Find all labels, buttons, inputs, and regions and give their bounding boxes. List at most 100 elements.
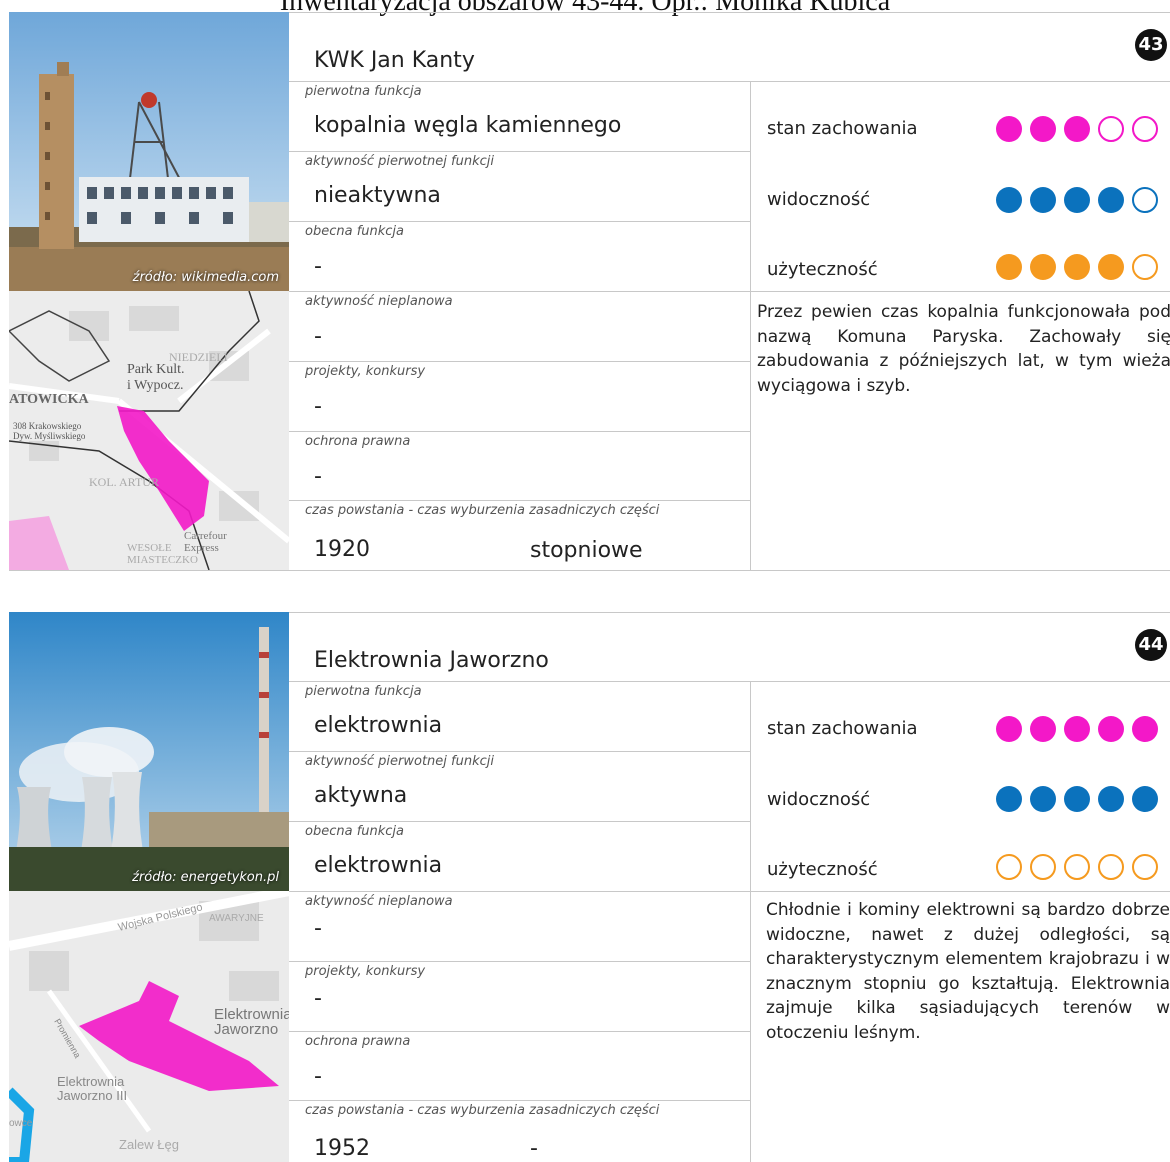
field-label: projekty, konkursy [305, 964, 426, 979]
rating-dot-filled [1098, 786, 1124, 812]
rating-dot-filled [1132, 716, 1158, 742]
rating-label: użyteczność [767, 859, 878, 880]
rating-dot-filled [1064, 716, 1090, 742]
rating-dot-filled [1064, 786, 1090, 812]
inventory-card-44: źródło: energetykon.pl Wojska Polskiego … [9, 612, 1170, 1162]
rating-dot-filled [996, 116, 1022, 142]
rating-label: stan zachowania [767, 718, 918, 739]
rating-dot-filled [1064, 116, 1090, 142]
field-label: pierwotna funkcja [305, 84, 422, 99]
field-label: ochrona prawna [305, 1034, 411, 1049]
field-label: pierwotna funkcja [305, 684, 422, 699]
location-map: Wojska Polskiego AWARYJNE Elektrownia Ja… [9, 891, 289, 1162]
site-description: Chłodnie i kominy elektrowni są bardzo d… [766, 900, 1170, 1043]
rating-dot-empty [1132, 854, 1158, 880]
rating-dot-empty [1098, 116, 1124, 142]
rating-dot-filled [996, 187, 1022, 213]
site-title: KWK Jan Kanty [314, 48, 475, 73]
inventory-card-43: źródło: wikimedia.com Park Kult. i Wypoc… [9, 12, 1170, 571]
rating-dot-empty [1132, 116, 1158, 142]
rating-dot-filled [1064, 187, 1090, 213]
rating-dots [996, 187, 1158, 213]
field-label: ochrona prawna [305, 434, 411, 449]
rating-label: widoczność [767, 789, 871, 810]
year-built-value: 1920 [314, 537, 370, 562]
legal-protection-value: - [314, 464, 322, 489]
map-label: Carrefour [184, 530, 227, 542]
rating-dot-filled [1030, 786, 1056, 812]
function-activity-value: aktywna [314, 783, 408, 808]
map-label: Zalew Łęg [119, 1137, 179, 1152]
rating-dots [996, 716, 1158, 742]
page-title: Inwentaryzacja obszarów 43-44. Opr.: Mon… [279, 0, 891, 17]
field-label: aktywność pierwotnej funkcji [305, 754, 494, 769]
map-label: KOL. ARTUR [89, 475, 159, 489]
field-label: obecna funkcja [305, 224, 404, 239]
rating-dot-empty [1030, 854, 1056, 880]
field-label: aktywność nieplanowa [305, 894, 453, 909]
unplanned-activity-value: - [314, 916, 322, 941]
rating-label: widoczność [767, 189, 871, 210]
rating-dots [996, 854, 1158, 880]
rating-dot-filled [996, 716, 1022, 742]
rating-dot-filled [1098, 716, 1124, 742]
site-description: Przez pewien czas kopalnia funkcjonowała… [757, 302, 1170, 396]
rating-dot-empty [1132, 187, 1158, 213]
rating-dots [996, 786, 1158, 812]
unplanned-activity-value: - [314, 324, 322, 349]
map-label: Express [184, 542, 219, 554]
map-label: WESOŁE [127, 542, 172, 554]
legal-protection-value: - [314, 1064, 322, 1089]
map-label: ATOWICKA [9, 392, 89, 407]
rating-dot-filled [1030, 716, 1056, 742]
field-label: aktywność pierwotnej funkcji [305, 154, 494, 169]
demolition-value: stopniowe [530, 538, 643, 563]
map-label: NIEDZIELI [169, 350, 228, 364]
rating-dot-filled [1030, 254, 1056, 280]
map-label: Park Kult. [127, 362, 185, 377]
photo-credit: źródło: wikimedia.com [132, 270, 279, 285]
map-label: i Wypocz. [127, 378, 183, 393]
rating-dot-filled [1132, 786, 1158, 812]
map-label: Jaworzno III [57, 1088, 127, 1103]
projects-value: - [314, 986, 322, 1011]
mine-photo: źródło: wikimedia.com [9, 12, 289, 291]
rating-dot-filled [996, 786, 1022, 812]
map-label: Dyw. Myśliwskiego [13, 431, 86, 441]
map-label: AWARYJNE [209, 913, 264, 924]
original-function-value: elektrownia [314, 713, 443, 738]
current-function-value: - [314, 254, 322, 279]
rating-dot-filled [996, 254, 1022, 280]
field-label: czas powstania - czas wyburzenia zasadni… [305, 1103, 660, 1118]
rating-dots [996, 116, 1158, 142]
rating-dots [996, 254, 1158, 280]
rating-dot-filled [1098, 254, 1124, 280]
rating-dot-empty [1132, 254, 1158, 280]
map-label: 308 Krakowskiego [13, 421, 82, 431]
current-function-value: elektrownia [314, 853, 443, 878]
projects-value: - [314, 394, 322, 419]
site-number-badge: 44 [1135, 629, 1167, 661]
site-number-badge: 43 [1135, 29, 1167, 61]
rating-dot-filled [1064, 254, 1090, 280]
map-label: owce [9, 1118, 33, 1129]
map-label: MIASTECZKO [127, 554, 198, 566]
year-built-value: 1952 [314, 1136, 370, 1161]
photo-credit: źródło: energetykon.pl [132, 870, 279, 885]
map-label: Jaworzno [214, 1021, 278, 1038]
rating-dot-filled [1030, 187, 1056, 213]
location-map: Park Kult. i Wypocz. ATOWICKA 308 Krakow… [9, 291, 289, 570]
site-title: Elektrownia Jaworzno [314, 648, 549, 673]
demolition-value: - [530, 1136, 538, 1161]
original-function-value: kopalnia węgla kamiennego [314, 113, 622, 138]
rating-dot-empty [1064, 854, 1090, 880]
rating-dot-filled [1030, 116, 1056, 142]
rating-label: użyteczność [767, 259, 878, 280]
function-activity-value: nieaktywna [314, 183, 441, 208]
power-plant-photo: źródło: energetykon.pl [9, 612, 289, 891]
map-label: Elektrownia [57, 1074, 125, 1089]
field-label: aktywność nieplanowa [305, 294, 453, 309]
rating-dot-empty [1098, 854, 1124, 880]
field-label: obecna funkcja [305, 824, 404, 839]
rating-dot-empty [996, 854, 1022, 880]
